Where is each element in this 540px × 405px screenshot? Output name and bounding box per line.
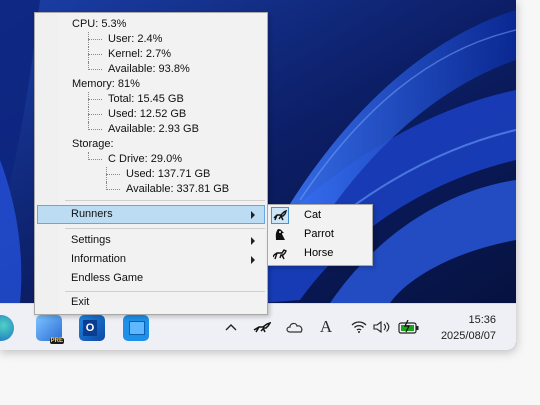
information-label: Information bbox=[71, 253, 127, 265]
system-stats-tree: CPU: 5.3% User: 2.4% Kernel: 2.7% Availa… bbox=[72, 17, 262, 197]
menu-item-information[interactable]: Information bbox=[37, 250, 265, 269]
runners-label: Runners bbox=[71, 208, 113, 220]
memory-total-text: Total: 15.45 GB bbox=[108, 93, 184, 105]
horse-icon bbox=[271, 245, 289, 262]
outlook-glyph: O bbox=[83, 320, 97, 336]
store-glyph bbox=[129, 321, 145, 335]
endless-game-label: Endless Game bbox=[71, 272, 144, 284]
wifi-icon[interactable] bbox=[350, 317, 367, 337]
submenu-arrow-icon bbox=[251, 237, 255, 245]
pre-badge: PRE bbox=[49, 338, 64, 344]
memory-available: Available: 2.93 GB bbox=[72, 122, 262, 137]
font-ime-icon[interactable]: A bbox=[318, 317, 334, 337]
menu-item-settings[interactable]: Settings bbox=[37, 231, 265, 250]
cpu-kernel-text: Kernel: 2.7% bbox=[108, 48, 171, 60]
runner-item-horse[interactable]: Horse bbox=[268, 244, 372, 263]
clock-date: 2025/08/07 bbox=[440, 330, 496, 342]
drive-used-text: Used: 137.71 GB bbox=[126, 168, 211, 180]
copilot-pre-icon[interactable]: PRE bbox=[36, 315, 64, 344]
battery-icon[interactable] bbox=[397, 317, 421, 337]
cat-label: Cat bbox=[304, 209, 322, 221]
exit-label: Exit bbox=[71, 296, 90, 308]
clock[interactable]: 15:36 2025/08/07 bbox=[441, 312, 496, 344]
store-icon[interactable] bbox=[123, 315, 149, 341]
runners-submenu: Cat Parrot Horse bbox=[267, 204, 373, 266]
ime-glyph: A bbox=[319, 317, 333, 336]
cpu-available: Available: 93.8% bbox=[72, 62, 262, 77]
storage-label: Storage: bbox=[72, 138, 114, 150]
submenu-arrow-icon bbox=[251, 256, 255, 264]
drive-available-text: Available: 337.81 GB bbox=[126, 183, 230, 195]
cpu-user-text: User: 2.4% bbox=[108, 33, 163, 45]
cat-runner-icon bbox=[271, 207, 289, 224]
submenu-arrow-icon bbox=[251, 211, 255, 219]
menu-separator bbox=[65, 228, 265, 229]
memory-total: Total: 15.45 GB bbox=[72, 92, 262, 107]
menu-item-endless-game[interactable]: Endless Game bbox=[37, 269, 265, 288]
cpu-label: CPU: 5.3% bbox=[72, 18, 127, 30]
cat-runner-tray-icon[interactable] bbox=[252, 317, 272, 337]
drive-label: C Drive: 29.0% bbox=[72, 152, 262, 167]
runner-item-cat[interactable]: Cat bbox=[268, 206, 372, 225]
cpu-available-text: Available: 93.8% bbox=[108, 63, 190, 75]
clock-time: 15:36 bbox=[468, 314, 496, 326]
drive-used: Used: 137.71 GB bbox=[72, 167, 262, 182]
outlook-icon[interactable]: O bbox=[79, 315, 105, 341]
menu-separator bbox=[65, 291, 265, 292]
cloud-icon[interactable] bbox=[286, 317, 304, 337]
horse-label: Horse bbox=[304, 247, 334, 259]
chevron-up-icon[interactable] bbox=[224, 317, 238, 337]
memory-used: Used: 12.52 GB bbox=[72, 107, 262, 122]
runner-item-parrot[interactable]: Parrot bbox=[268, 225, 372, 244]
speaker-icon[interactable] bbox=[373, 317, 391, 337]
drive-available: Available: 337.81 GB bbox=[72, 182, 262, 197]
menu-item-exit[interactable]: Exit bbox=[37, 293, 265, 312]
cpu-user: User: 2.4% bbox=[72, 32, 262, 47]
drive-label-text: C Drive: 29.0% bbox=[108, 153, 182, 165]
tray-context-menu: CPU: 5.3% User: 2.4% Kernel: 2.7% Availa… bbox=[34, 12, 268, 315]
memory-available-text: Available: 2.93 GB bbox=[108, 123, 199, 135]
cpu-kernel: Kernel: 2.7% bbox=[72, 47, 262, 62]
menu-separator bbox=[65, 200, 265, 201]
settings-label: Settings bbox=[71, 234, 111, 246]
menu-item-runners[interactable]: Runners bbox=[37, 205, 265, 224]
memory-used-text: Used: 12.52 GB bbox=[108, 108, 187, 120]
memory-label: Memory: 81% bbox=[72, 78, 140, 90]
parrot-label: Parrot bbox=[304, 228, 334, 240]
edge-icon[interactable] bbox=[0, 315, 14, 341]
parrot-icon bbox=[271, 226, 289, 243]
